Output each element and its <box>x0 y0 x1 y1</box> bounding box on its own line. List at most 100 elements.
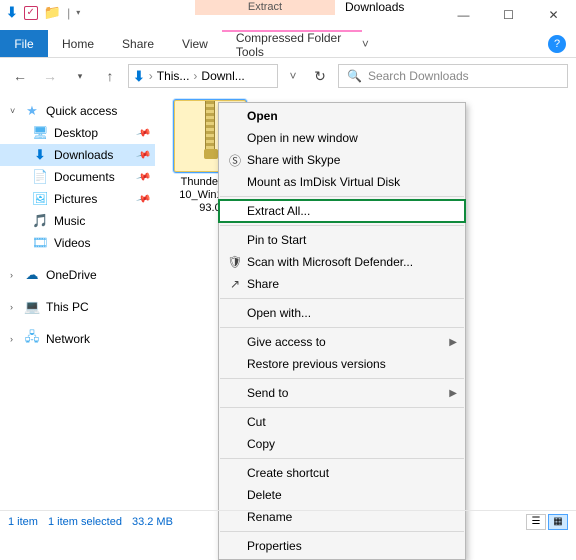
address-bar: ← → ▾ ↑ ⬇ › This... › Downl... ˅ ↻ 🔍 Sea… <box>0 58 576 94</box>
qat-dropdown-icon[interactable]: ▾ <box>76 8 80 17</box>
menu-pin-to-start[interactable]: Pin to Start <box>219 229 465 251</box>
menu-create-shortcut[interactable]: Create shortcut <box>219 462 465 484</box>
nav-videos[interactable]: 🎞 Videos <box>0 232 155 254</box>
nav-label: OneDrive <box>46 268 97 282</box>
menu-restore-previous[interactable]: Restore previous versions <box>219 353 465 375</box>
menu-separator <box>220 196 464 197</box>
menu-delete[interactable]: Delete <box>219 484 465 506</box>
forward-button[interactable]: → <box>38 68 62 84</box>
breadcrumb-bar[interactable]: ⬇ › This... › Downl... <box>128 64 278 88</box>
refresh-button[interactable]: ↻ <box>308 68 332 85</box>
search-box[interactable]: 🔍 Search Downloads <box>338 64 568 88</box>
nav-this-pc[interactable]: › 💻 This PC <box>0 296 155 318</box>
menu-share[interactable]: ↗Share <box>219 273 465 295</box>
nav-music[interactable]: 🎵 Music <box>0 210 155 232</box>
menu-scan-defender[interactable]: 🛡Scan with Microsoft Defender... <box>219 251 465 273</box>
properties-qat-icon[interactable]: ✓ <box>24 6 38 20</box>
menu-open[interactable]: Open <box>219 105 465 127</box>
tab-view[interactable]: View <box>168 30 222 57</box>
large-icons-view-button[interactable]: ▦ <box>548 514 568 530</box>
minimize-button[interactable]: — <box>441 0 486 30</box>
nav-pictures[interactable]: 🖼 Pictures 📌 <box>0 188 155 210</box>
tab-compressed-folder-tools[interactable]: Compressed Folder Tools <box>222 30 362 57</box>
up-button[interactable]: ↑ <box>98 68 122 84</box>
status-item-count: 1 item <box>8 516 38 528</box>
maximize-button[interactable]: ☐ <box>486 0 531 30</box>
search-placeholder: Search Downloads <box>368 69 469 83</box>
nav-label: Downloads <box>54 148 113 162</box>
back-button[interactable]: ← <box>8 68 32 84</box>
ribbon-tabs: File Home Share View Compressed Folder T… <box>0 30 576 58</box>
chevron-right-icon: ▶ <box>449 388 457 399</box>
pin-icon: 📌 <box>135 191 151 207</box>
location-icon: ⬇ <box>133 68 145 85</box>
share-icon: ↗ <box>223 277 247 291</box>
pin-icon: 📌 <box>135 169 151 185</box>
tab-share[interactable]: Share <box>108 30 168 57</box>
nav-documents[interactable]: 📄 Documents 📌 <box>0 166 155 188</box>
ribbon-expand-icon[interactable]: ˅ <box>362 37 369 51</box>
menu-properties[interactable]: Properties <box>219 535 465 557</box>
file-tab[interactable]: File <box>0 30 48 57</box>
download-arrow-icon: ⬇ <box>6 4 18 21</box>
window-title: Downloads <box>335 0 441 14</box>
menu-mount-imdisk[interactable]: Mount as ImDisk Virtual Disk <box>219 171 465 193</box>
nav-label: Quick access <box>46 104 117 118</box>
menu-give-access-to[interactable]: Give access to▶ <box>219 331 465 353</box>
menu-separator <box>220 407 464 408</box>
chevron-right-icon[interactable]: › <box>10 302 18 312</box>
desktop-icon: 🖥 <box>32 125 48 141</box>
menu-extract-all[interactable]: Extract All... <box>219 200 465 222</box>
chevron-right-icon[interactable]: › <box>193 69 197 83</box>
menu-cut[interactable]: Cut <box>219 411 465 433</box>
help-icon[interactable]: ? <box>548 35 566 53</box>
nav-label: Music <box>54 214 85 228</box>
menu-separator <box>220 378 464 379</box>
nav-network[interactable]: › 🖧 Network <box>0 328 155 350</box>
chevron-right-icon[interactable]: › <box>10 270 18 280</box>
breadcrumb-item[interactable]: Downl... <box>201 69 244 83</box>
close-button[interactable]: ✕ <box>531 0 576 30</box>
folder-qat-icon[interactable]: 📁 <box>44 4 61 21</box>
breadcrumb-item[interactable]: This... <box>157 69 190 83</box>
navigation-pane: ˅ ★ Quick access 🖥 Desktop 📌 ⬇ Downloads… <box>0 94 155 510</box>
skype-icon: Ⓢ <box>223 152 247 169</box>
menu-copy[interactable]: Copy <box>219 433 465 455</box>
nav-onedrive[interactable]: › ☁ OneDrive <box>0 264 155 286</box>
menu-send-to[interactable]: Send to▶ <box>219 382 465 404</box>
star-icon: ★ <box>24 103 40 119</box>
chevron-right-icon[interactable]: › <box>149 69 153 83</box>
window-controls: — ☐ ✕ <box>441 0 576 30</box>
menu-share-skype[interactable]: ⓈShare with Skype <box>219 149 465 171</box>
title-bar: ⬇ ✓ 📁 | ▾ Extract Downloads — ☐ ✕ <box>0 0 576 30</box>
chevron-right-icon[interactable]: › <box>10 334 18 344</box>
status-bar: 1 item 1 item selected 33.2 MB ☰ ▦ <box>0 510 576 532</box>
search-icon: 🔍 <box>347 69 362 83</box>
nav-downloads[interactable]: ⬇ Downloads 📌 <box>0 144 155 166</box>
nav-label: Desktop <box>54 126 98 140</box>
network-icon: 🖧 <box>24 328 40 350</box>
nav-quick-access[interactable]: ˅ ★ Quick access <box>0 100 155 122</box>
contextual-tab-header: Extract <box>195 0 335 15</box>
address-dropdown-icon[interactable]: ˅ <box>284 69 302 83</box>
nav-label: Network <box>46 332 90 346</box>
view-mode-toggle: ☰ ▦ <box>526 514 568 530</box>
nav-desktop[interactable]: 🖥 Desktop 📌 <box>0 122 155 144</box>
nav-label: This PC <box>46 300 89 314</box>
recent-locations-button[interactable]: ▾ <box>68 71 92 82</box>
pin-icon: 📌 <box>135 147 151 163</box>
pictures-icon: 🖼 <box>32 191 48 207</box>
chevron-down-icon[interactable]: ˅ <box>10 106 18 116</box>
quick-access-toolbar: ⬇ ✓ 📁 | ▾ <box>0 0 195 25</box>
pin-icon: 📌 <box>135 125 151 141</box>
nav-label: Pictures <box>54 192 97 206</box>
details-view-button[interactable]: ☰ <box>526 514 546 530</box>
menu-open-with[interactable]: Open with... <box>219 302 465 324</box>
status-selection: 1 item selected <box>48 516 122 528</box>
menu-open-new-window[interactable]: Open in new window <box>219 127 465 149</box>
status-size: 33.2 MB <box>132 516 173 528</box>
chevron-right-icon: ▶ <box>449 337 457 348</box>
nav-label: Videos <box>54 236 90 250</box>
tab-home[interactable]: Home <box>48 30 108 57</box>
document-icon: 📄 <box>32 169 48 185</box>
